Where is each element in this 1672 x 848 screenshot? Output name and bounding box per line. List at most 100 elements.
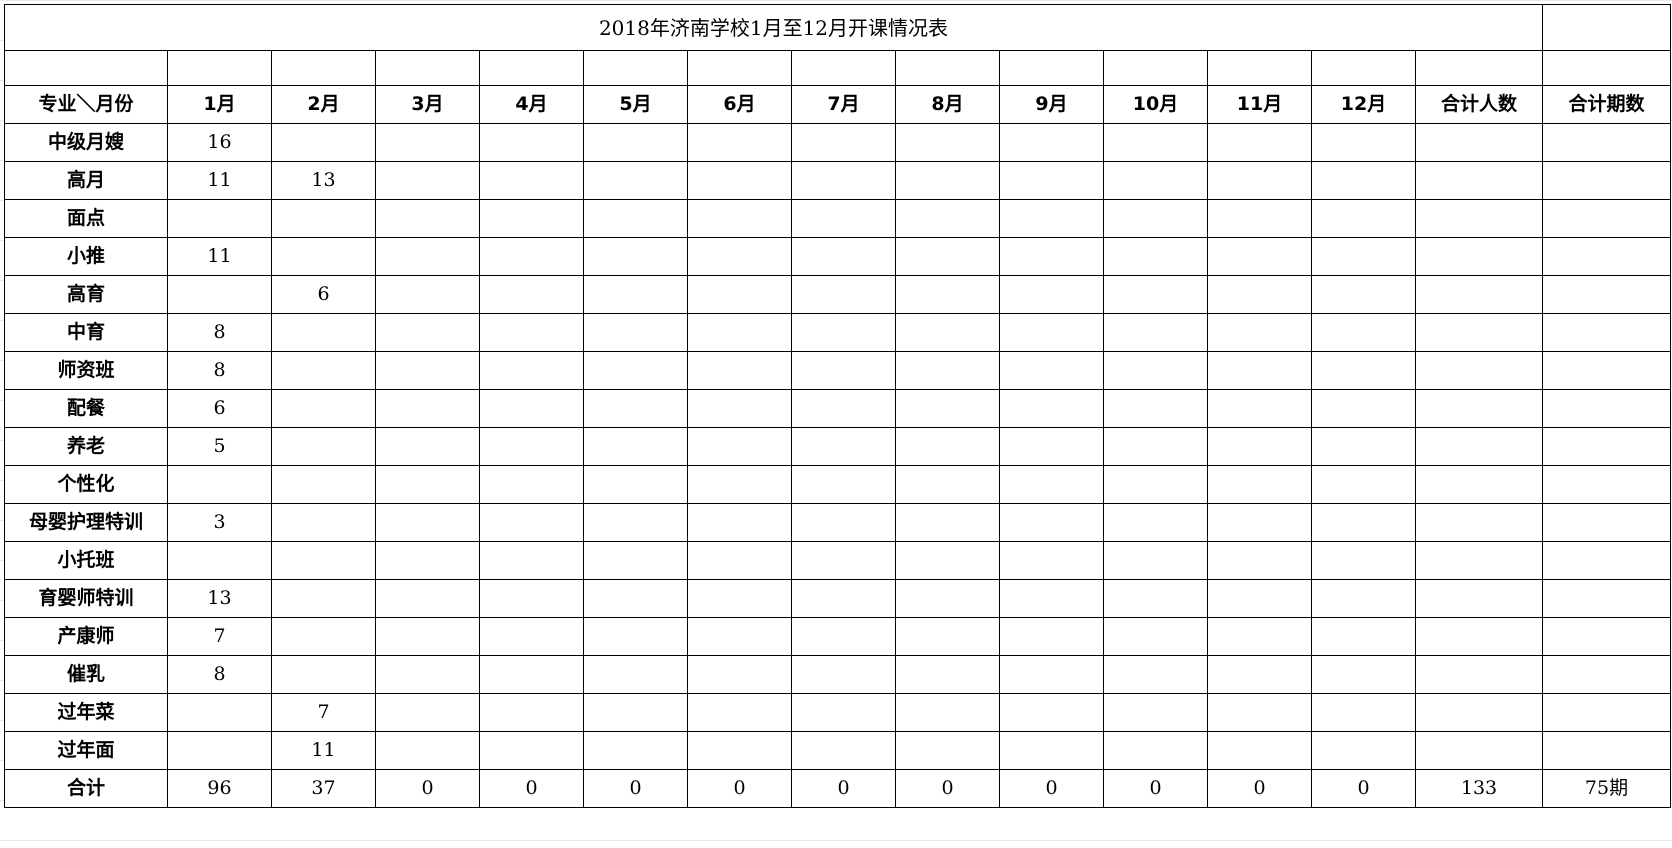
month-value-cell[interactable] — [1103, 389, 1208, 428]
month-value-cell[interactable] — [999, 655, 1104, 694]
month-total-cell[interactable]: 0 — [1311, 769, 1416, 808]
month-value-cell[interactable] — [375, 617, 480, 656]
month-value-cell[interactable] — [479, 275, 584, 314]
month-value-cell[interactable] — [791, 313, 896, 352]
month-value-cell[interactable] — [167, 693, 272, 732]
month-value-cell[interactable] — [895, 199, 1000, 238]
month-value-cell[interactable] — [271, 237, 376, 276]
month-value-cell[interactable] — [583, 389, 688, 428]
total-periods-cell[interactable] — [1542, 237, 1671, 276]
month-value-cell[interactable]: 8 — [167, 351, 272, 390]
month-value-cell[interactable] — [895, 541, 1000, 580]
month-value-cell[interactable] — [999, 427, 1104, 466]
month-value-cell[interactable] — [271, 465, 376, 504]
total-people-cell[interactable] — [1415, 693, 1543, 732]
total-people-cell[interactable] — [1415, 161, 1543, 200]
month-value-cell[interactable] — [167, 541, 272, 580]
month-value-cell[interactable]: 8 — [167, 655, 272, 694]
month-header[interactable]: 6月 — [687, 85, 792, 124]
month-value-cell[interactable] — [479, 313, 584, 352]
month-value-cell[interactable] — [479, 465, 584, 504]
month-header[interactable]: 9月 — [999, 85, 1104, 124]
month-value-cell[interactable] — [791, 731, 896, 770]
row-label[interactable]: 配餐 — [4, 389, 168, 428]
month-value-cell[interactable] — [1103, 655, 1208, 694]
total-periods-cell[interactable] — [1542, 199, 1671, 238]
month-value-cell[interactable] — [895, 389, 1000, 428]
month-value-cell[interactable] — [999, 389, 1104, 428]
month-value-cell[interactable] — [895, 427, 1000, 466]
month-value-cell[interactable] — [999, 161, 1104, 200]
month-value-cell[interactable] — [1311, 123, 1416, 162]
month-value-cell[interactable] — [791, 389, 896, 428]
month-value-cell[interactable] — [479, 389, 584, 428]
row-label[interactable]: 养老 — [4, 427, 168, 466]
month-value-cell[interactable] — [1103, 693, 1208, 732]
total-periods-cell[interactable] — [1542, 275, 1671, 314]
month-value-cell[interactable] — [1207, 655, 1312, 694]
month-value-cell[interactable] — [999, 351, 1104, 390]
month-header[interactable]: 4月 — [479, 85, 584, 124]
total-periods-header[interactable]: 合计期数 — [1542, 85, 1671, 124]
month-value-cell[interactable] — [1207, 237, 1312, 276]
month-value-cell[interactable] — [1207, 389, 1312, 428]
month-value-cell[interactable] — [479, 427, 584, 466]
month-header[interactable]: 8月 — [895, 85, 1000, 124]
month-value-cell[interactable] — [895, 617, 1000, 656]
month-value-cell[interactable]: 16 — [167, 123, 272, 162]
row-label[interactable]: 产康师 — [4, 617, 168, 656]
month-value-cell[interactable] — [687, 541, 792, 580]
month-value-cell[interactable] — [1103, 123, 1208, 162]
grand-total-periods[interactable]: 75期 — [1542, 769, 1671, 808]
month-value-cell[interactable] — [687, 161, 792, 200]
month-value-cell[interactable] — [1103, 275, 1208, 314]
total-periods-cell[interactable] — [1542, 693, 1671, 732]
month-value-cell[interactable] — [791, 503, 896, 542]
table-cell[interactable] — [375, 50, 480, 86]
table-cell[interactable] — [1542, 4, 1671, 51]
month-value-cell[interactable]: 7 — [167, 617, 272, 656]
month-value-cell[interactable] — [375, 313, 480, 352]
month-value-cell[interactable] — [583, 617, 688, 656]
month-value-cell[interactable] — [583, 541, 688, 580]
month-value-cell[interactable] — [271, 389, 376, 428]
month-value-cell[interactable] — [375, 541, 480, 580]
month-value-cell[interactable] — [791, 579, 896, 618]
total-periods-cell[interactable] — [1542, 389, 1671, 428]
month-value-cell[interactable] — [1207, 617, 1312, 656]
table-cell[interactable] — [999, 50, 1104, 86]
month-header[interactable]: 7月 — [791, 85, 896, 124]
month-value-cell[interactable] — [999, 275, 1104, 314]
month-value-cell[interactable] — [999, 617, 1104, 656]
month-value-cell[interactable]: 3 — [167, 503, 272, 542]
month-value-cell[interactable] — [479, 617, 584, 656]
month-value-cell[interactable] — [687, 617, 792, 656]
total-people-cell[interactable] — [1415, 351, 1543, 390]
month-value-cell[interactable] — [479, 199, 584, 238]
month-value-cell[interactable] — [999, 731, 1104, 770]
month-value-cell[interactable]: 13 — [167, 579, 272, 618]
month-value-cell[interactable] — [1103, 541, 1208, 580]
row-label[interactable]: 过年菜 — [4, 693, 168, 732]
month-value-cell[interactable] — [1103, 199, 1208, 238]
month-value-cell[interactable] — [999, 579, 1104, 618]
month-value-cell[interactable] — [583, 503, 688, 542]
table-cell[interactable] — [271, 50, 376, 86]
total-periods-cell[interactable] — [1542, 617, 1671, 656]
month-value-cell[interactable] — [271, 579, 376, 618]
month-value-cell[interactable] — [583, 275, 688, 314]
month-total-cell[interactable]: 0 — [583, 769, 688, 808]
table-cell[interactable] — [583, 50, 688, 86]
month-value-cell[interactable] — [583, 237, 688, 276]
row-label[interactable]: 个性化 — [4, 465, 168, 504]
month-value-cell[interactable] — [895, 731, 1000, 770]
row-label[interactable]: 过年面 — [4, 731, 168, 770]
month-value-cell[interactable] — [1311, 351, 1416, 390]
month-value-cell[interactable] — [895, 275, 1000, 314]
month-value-cell[interactable] — [1311, 313, 1416, 352]
month-total-cell[interactable]: 96 — [167, 769, 272, 808]
row-label[interactable]: 育婴师特训 — [4, 579, 168, 618]
month-value-cell[interactable] — [1207, 351, 1312, 390]
month-value-cell[interactable] — [583, 465, 688, 504]
month-header[interactable]: 12月 — [1311, 85, 1416, 124]
